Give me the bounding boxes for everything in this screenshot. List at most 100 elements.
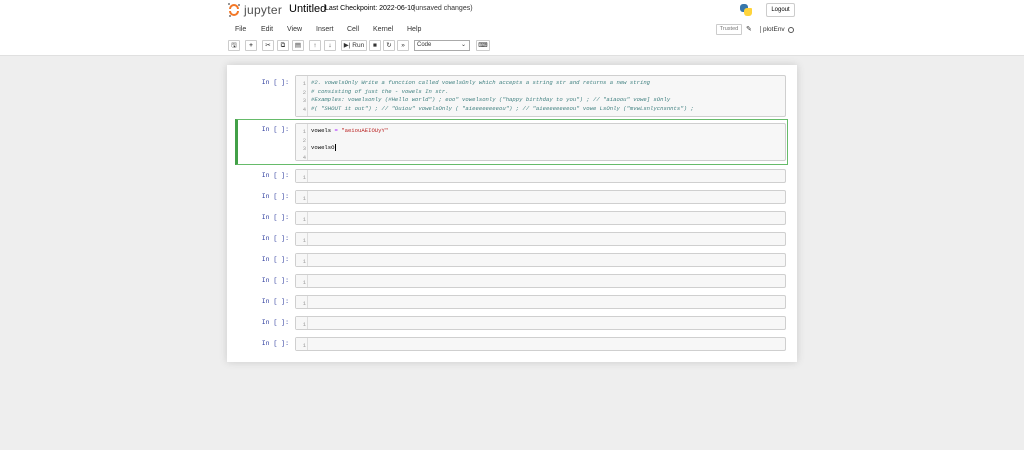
code-editor[interactable]: 1 — [295, 232, 786, 246]
copy-icon: ⧉ — [280, 42, 286, 49]
code-editor[interactable]: 1 2 3 4 #2. vowelsOnly Write a function … — [295, 75, 786, 117]
line-number: 4 — [302, 105, 306, 113]
interrupt-button[interactable]: ■ — [369, 40, 381, 51]
code-editor[interactable]: 1 — [295, 274, 786, 288]
python-logo-icon — [739, 3, 753, 17]
line-number: 1 — [302, 320, 306, 328]
command-palette-button[interactable]: ⌨ — [476, 40, 490, 51]
restart-run-all-button[interactable]: » — [397, 40, 409, 51]
autosave-status: (unsaved changes) — [413, 5, 473, 12]
menu-cell[interactable]: Cell — [347, 26, 359, 33]
cell-prompt: In [ ]: — [261, 79, 289, 86]
jupyter-logo[interactable]: jupyter — [228, 3, 282, 17]
line-number: 1 — [302, 128, 306, 135]
code-line: #2. vowelsOnly Write a function called v… — [311, 79, 651, 86]
cell-prompt: In [ ]: — [261, 235, 289, 242]
stop-icon: ■ — [373, 42, 377, 49]
trusted-indicator[interactable]: Trusted — [716, 24, 742, 35]
move-down-button[interactable]: ↓ — [324, 40, 336, 51]
menu-help[interactable]: Help — [407, 26, 421, 33]
menu-view[interactable]: View — [287, 26, 302, 33]
line-number: 4 — [302, 153, 306, 161]
cell-prompt: In [ ]: — [261, 256, 289, 263]
line-number: 1 — [302, 257, 306, 265]
menu-file[interactable]: File — [235, 26, 246, 33]
fast-forward-icon: » — [401, 42, 405, 49]
save-icon: 🖫 — [231, 42, 237, 49]
save-button[interactable]: 🖫 — [228, 40, 240, 51]
code-line: vowels = "aeiouAEIOUyY" — [311, 127, 388, 136]
code-cell[interactable]: In [ ]: 1 — [235, 169, 788, 183]
line-gutter: 1 — [296, 191, 308, 203]
text-cursor — [334, 144, 336, 152]
code-cell[interactable]: In [ ]: 1 2 3 4 #2. vowelsOnly Write a f… — [235, 75, 788, 117]
code-cell[interactable]: In [ ]: 1 — [235, 253, 788, 267]
line-number: 1 — [302, 236, 306, 244]
line-number: 1 — [302, 299, 306, 307]
move-up-button[interactable]: ↑ — [309, 40, 321, 51]
code-cell[interactable]: In [ ]: 1 — [235, 274, 788, 288]
notebook-title[interactable]: Untitled — [289, 3, 326, 15]
arrow-down-icon: ↓ — [328, 42, 332, 49]
line-gutter: 1 — [296, 212, 308, 224]
menu-insert[interactable]: Insert — [316, 26, 334, 33]
menu-edit[interactable]: Edit — [261, 26, 273, 33]
code-editor[interactable]: 1 — [295, 211, 786, 225]
code-editor[interactable]: 1 2 3 4 vowels = "aeiouAEIOUyY" vowelsO — [295, 123, 786, 161]
line-gutter: 1 — [296, 254, 308, 266]
run-label: Run — [352, 42, 365, 49]
code-cell[interactable]: In [ ]: 1 — [235, 211, 788, 225]
paste-button[interactable]: ▤ — [292, 40, 304, 51]
code-editor[interactable]: 1 — [295, 316, 786, 330]
code-cell[interactable]: In [ ]: 1 — [235, 295, 788, 309]
line-number: 1 — [302, 278, 306, 286]
cut-button[interactable]: ✂ — [262, 40, 274, 51]
cell-prompt: In [ ]: — [261, 126, 289, 133]
line-gutter: 1 — [296, 338, 308, 350]
code-editor[interactable]: 1 — [295, 253, 786, 267]
line-number: 2 — [302, 88, 306, 96]
insert-cell-button[interactable]: + — [245, 40, 257, 51]
run-icon: ▶| — [343, 42, 351, 49]
line-number: 1 — [302, 215, 306, 223]
code-cell[interactable]: In [ ]: 1 — [235, 316, 788, 330]
line-number: 1 — [302, 194, 306, 202]
line-number: 3 — [302, 145, 306, 152]
jupyter-logo-icon — [228, 3, 240, 17]
code-operator: = — [334, 127, 338, 134]
line-number: 1 — [302, 173, 306, 181]
menu-kernel[interactable]: Kernel — [373, 26, 393, 33]
code-cell[interactable]: In [ ]: 1 — [235, 337, 788, 351]
logout-button[interactable]: Logout — [766, 3, 795, 17]
cut-icon: ✂ — [265, 42, 271, 49]
chevron-down-icon: ⌄ — [460, 42, 466, 48]
code-cell-selected[interactable]: In [ ]: 1 2 3 4 vowels = "aeiouAEIOUyY" … — [235, 119, 788, 165]
cell-prompt: In [ ]: — [261, 277, 289, 284]
last-checkpoint: Last Checkpoint: 2022-06-10 — [325, 5, 415, 12]
code-editor[interactable]: 1 — [295, 295, 786, 309]
line-number: 1 — [302, 80, 306, 87]
code-line: vowelsO — [311, 144, 336, 153]
code-line: # consisting of just the - vowels In str… — [311, 87, 449, 95]
cell-type-value: Code — [417, 42, 432, 48]
pencil-icon[interactable]: ✎ — [746, 25, 752, 33]
cell-prompt: In [ ]: — [261, 298, 289, 305]
code-editor[interactable]: 1 — [295, 190, 786, 204]
code-cell[interactable]: In [ ]: 1 — [235, 190, 788, 204]
toolbar: 🖫 + ✂ ⧉ ▤ ↑ ↓ ▶| Run ■ ↻ » Code ⌄ ⌨ — [0, 37, 1024, 56]
restart-icon: ↻ — [386, 42, 392, 49]
cell-prompt: In [ ]: — [261, 319, 289, 326]
code-editor[interactable]: 1 — [295, 169, 786, 183]
line-number: 2 — [302, 136, 306, 144]
copy-button[interactable]: ⧉ — [277, 40, 289, 51]
line-gutter: 1 2 3 4 — [296, 76, 308, 116]
restart-button[interactable]: ↻ — [383, 40, 395, 51]
cell-prompt: In [ ]: — [261, 340, 289, 347]
notebook-container: In [ ]: 1 2 3 4 #2. vowelsOnly Write a f… — [227, 65, 797, 362]
cell-prompt: In [ ]: — [261, 214, 289, 221]
run-button[interactable]: ▶| Run — [341, 40, 367, 51]
cell-type-select[interactable]: Code ⌄ — [414, 40, 470, 51]
line-gutter: 1 — [296, 275, 308, 287]
code-cell[interactable]: In [ ]: 1 — [235, 232, 788, 246]
code-editor[interactable]: 1 — [295, 337, 786, 351]
